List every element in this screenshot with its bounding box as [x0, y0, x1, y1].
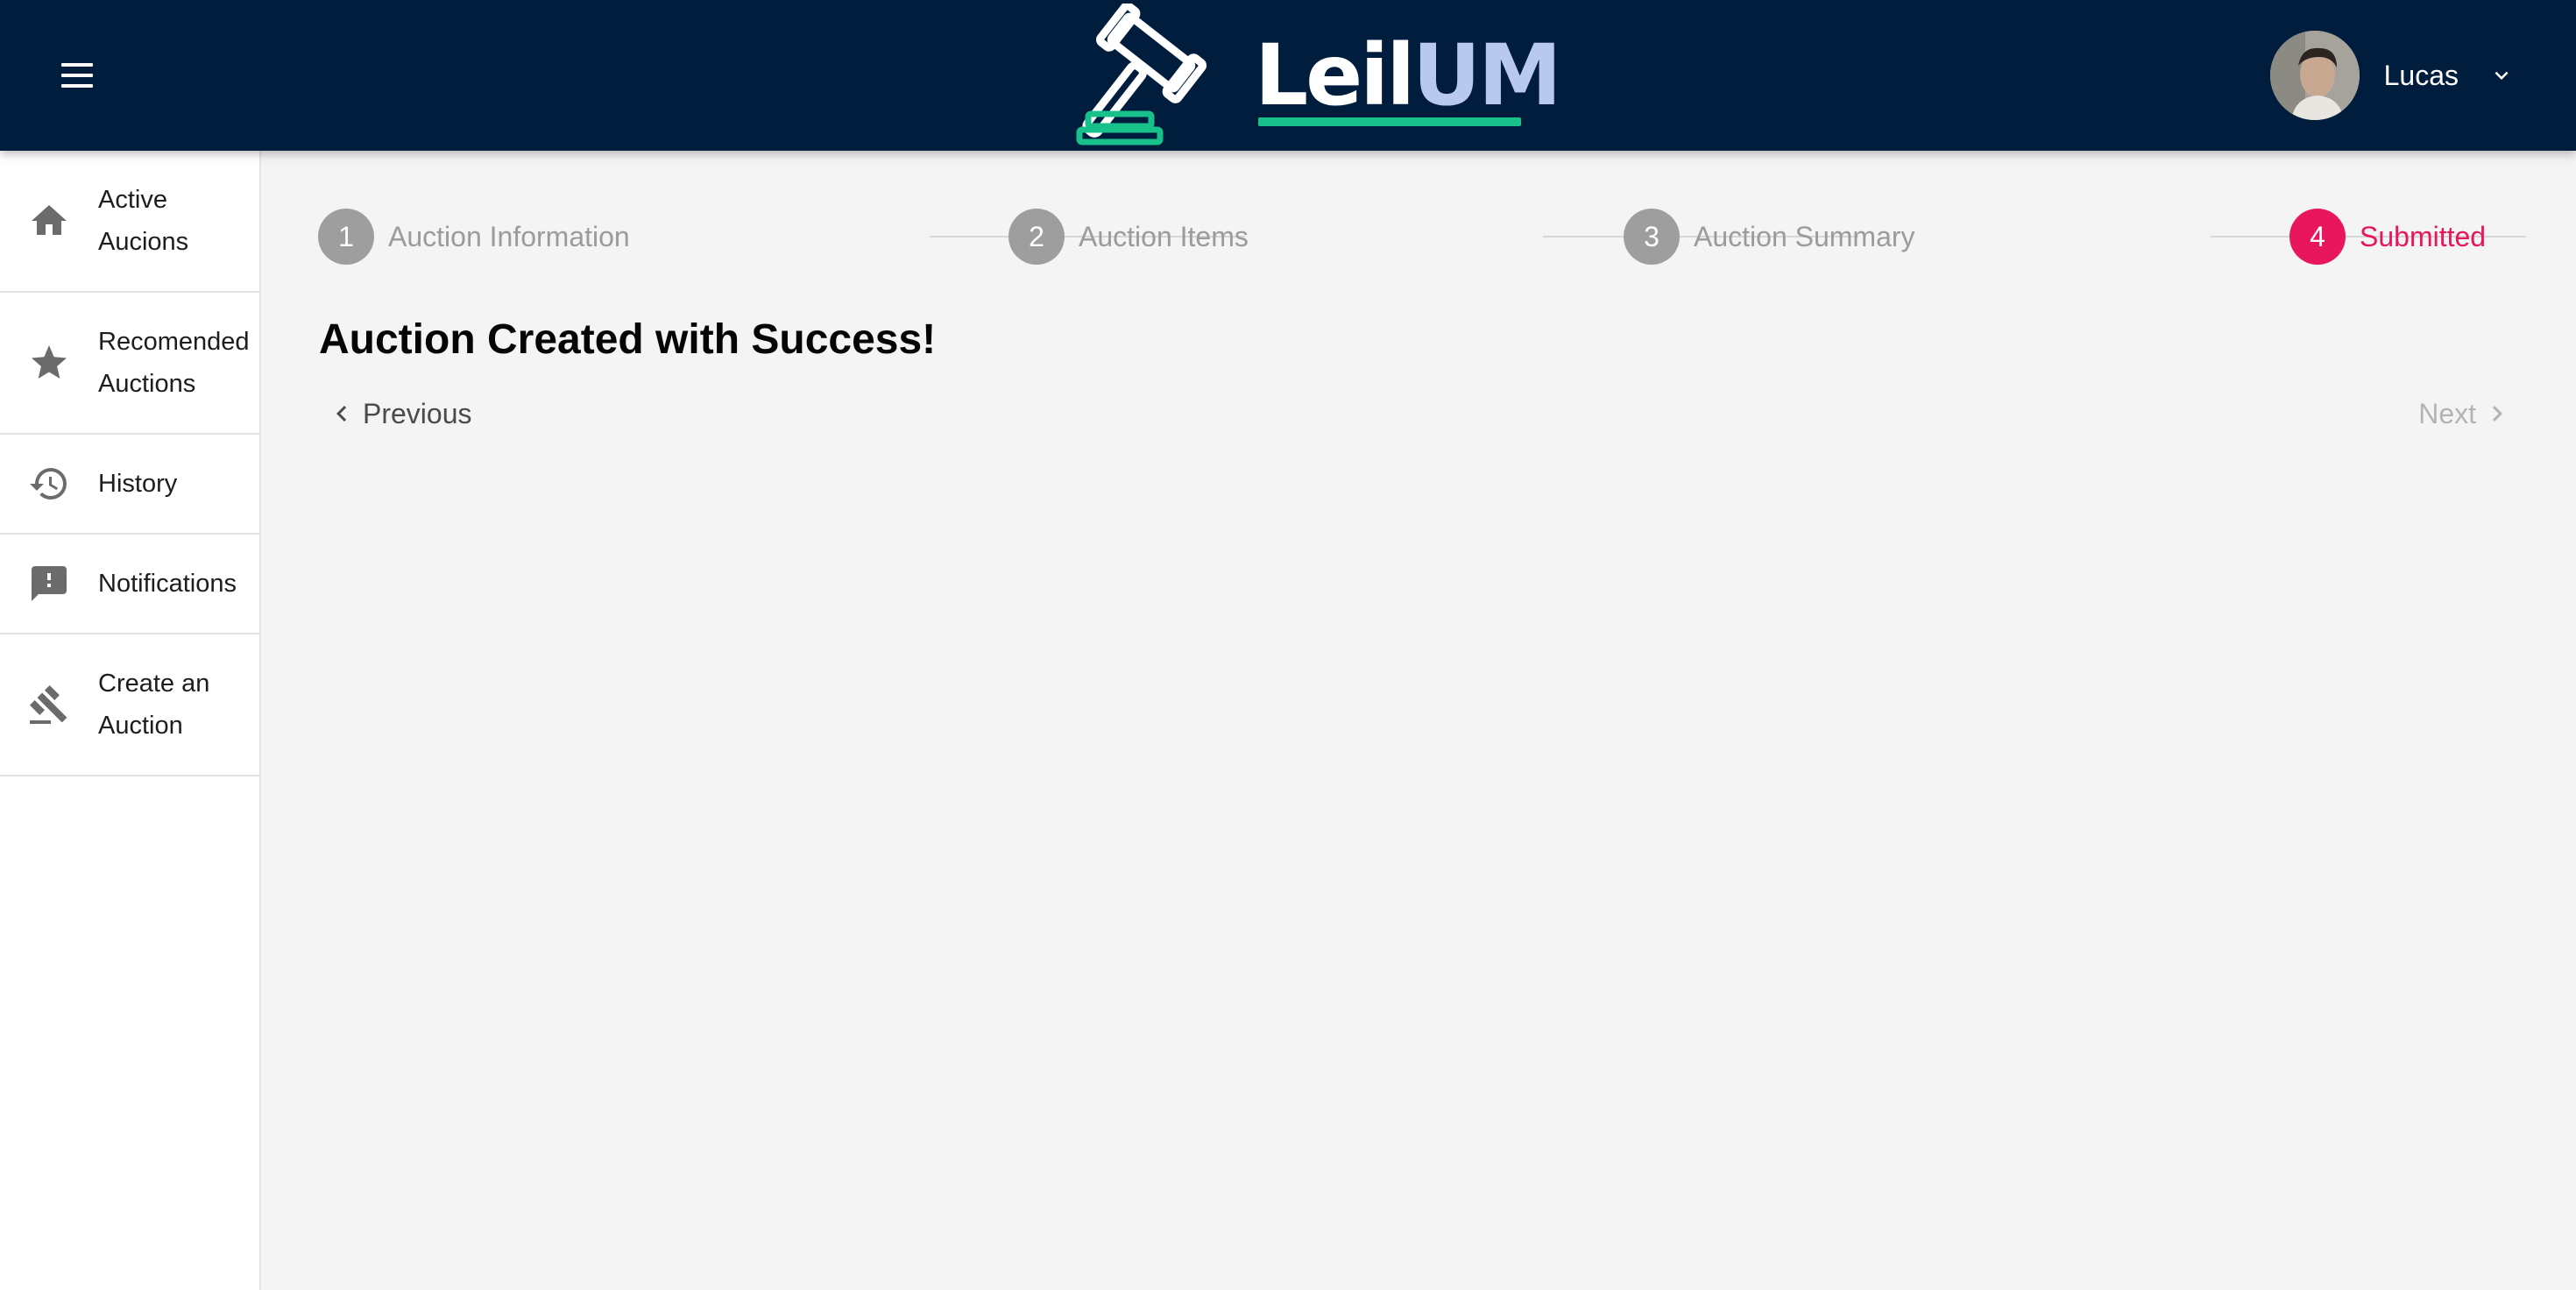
- logo-underline: [1258, 117, 1521, 126]
- chevron-down-icon[interactable]: [2488, 62, 2515, 89]
- step-auction-items[interactable]: 2 Auction Items: [1008, 206, 1249, 267]
- step-label: Auction Summary: [1694, 220, 1915, 252]
- step-auction-information[interactable]: 1 Auction Information: [318, 206, 630, 267]
- next-label: Next: [2418, 397, 2476, 429]
- home-icon: [32, 205, 67, 235]
- hamburger-menu-icon[interactable]: [58, 58, 98, 93]
- step-number: 1: [318, 209, 374, 265]
- gavel-icon: [29, 685, 67, 724]
- previous-button[interactable]: Previous: [326, 387, 472, 440]
- sidebar-item-label: Notifications: [98, 570, 237, 598]
- previous-label: Previous: [363, 397, 472, 429]
- avatar[interactable]: [2269, 31, 2360, 120]
- gavel-icon: [1076, 4, 1207, 145]
- app-logo[interactable]: LeilUM: [1076, 4, 1562, 147]
- sidebar-item-history[interactable]: History: [0, 435, 259, 535]
- sidebar-item-label: Create an Auction: [98, 670, 210, 740]
- step-number: 2: [1008, 209, 1065, 265]
- step-submitted[interactable]: 4 Submitted: [2289, 206, 2486, 267]
- step-number: 3: [1624, 209, 1680, 265]
- next-button[interactable]: Next: [2418, 387, 2513, 440]
- sidebar-item-label: Recomended Auctions: [98, 328, 250, 398]
- sidebar-item-label: Active Aucions: [98, 186, 189, 256]
- top-app-bar: LeilUM Lucas: [0, 0, 2576, 151]
- step-auction-summary[interactable]: 3 Auction Summary: [1624, 206, 1915, 267]
- step-number: 4: [2289, 209, 2346, 265]
- stepper: 1 Auction Information 2 Auction Items 3 …: [318, 206, 2545, 267]
- sidebar-item-active-auctions[interactable]: Active Aucions: [0, 151, 259, 293]
- sidebar: Active Aucions Recomended Auctions Histo…: [0, 151, 261, 1290]
- user-menu[interactable]: Lucas: [2269, 30, 2515, 121]
- chevron-right-icon: [2492, 406, 2502, 422]
- sidebar-item-create-auction[interactable]: Create an Auction: [0, 634, 259, 776]
- star-icon: [32, 345, 67, 379]
- main-content: 1 Auction Information 2 Auction Items 3 …: [263, 151, 2576, 1290]
- sidebar-item-label: History: [98, 470, 178, 498]
- chevron-left-icon: [336, 406, 347, 422]
- step-label: Submitted: [2360, 220, 2487, 252]
- step-label: Auction Information: [388, 220, 630, 252]
- page-title: Auction Created with Success!: [319, 316, 937, 363]
- sidebar-item-notifications[interactable]: Notifications: [0, 535, 259, 634]
- history-icon: [30, 468, 67, 500]
- logo-wordmark: LeilUM: [1255, 26, 1562, 124]
- sidebar-item-recommended-auctions[interactable]: Recomended Auctions: [0, 293, 259, 435]
- feedback-icon: [32, 566, 67, 601]
- user-name[interactable]: Lucas: [2384, 60, 2459, 92]
- step-label: Auction Items: [1079, 220, 1249, 252]
